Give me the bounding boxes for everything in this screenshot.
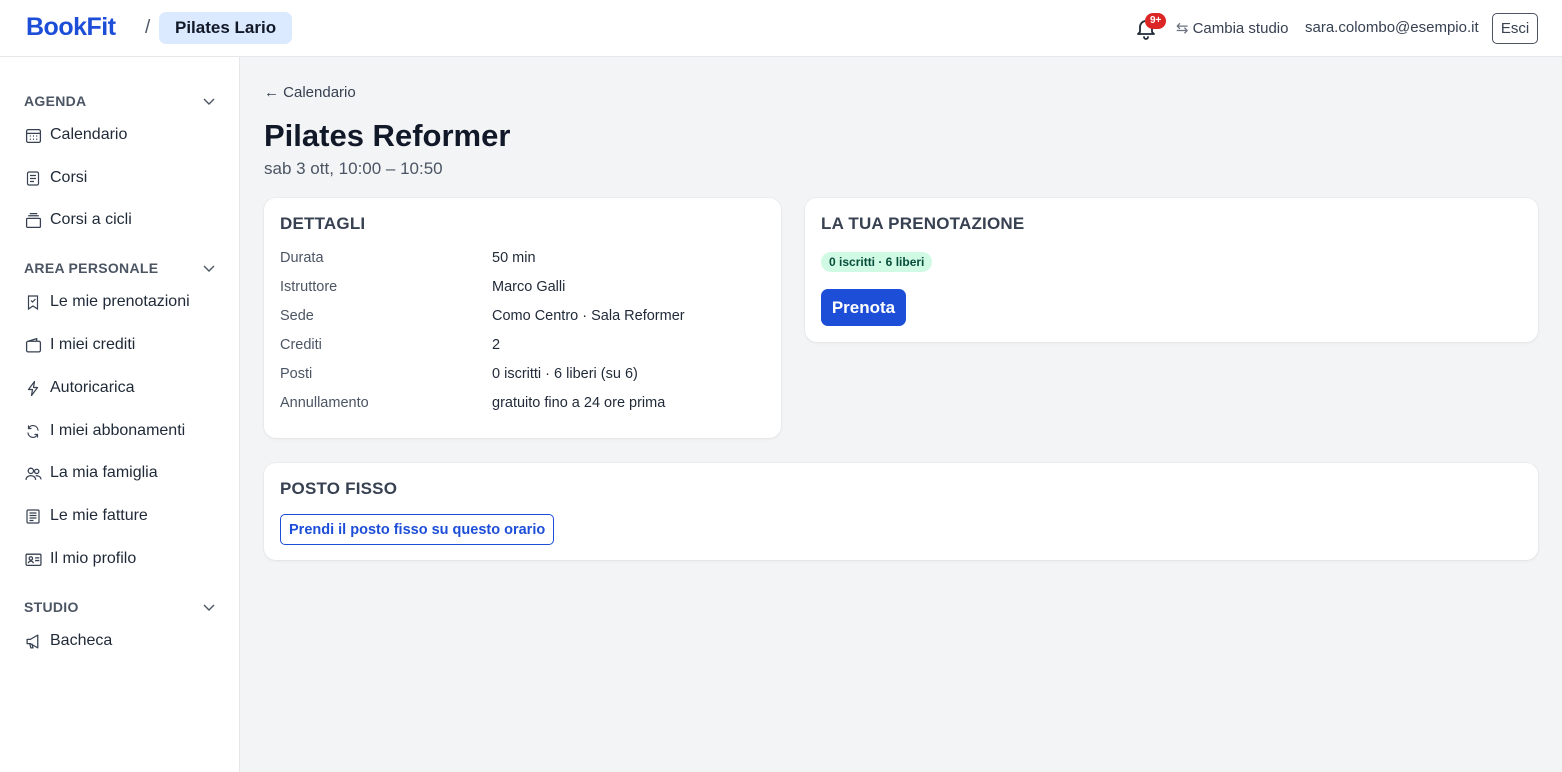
logout-button[interactable]: Esci	[1492, 13, 1538, 44]
sidebar-section-studio[interactable]: STUDIO	[24, 597, 216, 617]
sidebar-item-crediti[interactable]: I miei crediti	[24, 330, 224, 360]
top-bar: BookFit / Pilates Lario 9+ ⇆ Cambia stud…	[0, 0, 1562, 57]
detail-label: Istruttore	[280, 279, 338, 295]
bookmark-icon	[24, 293, 42, 311]
breadcrumb-separator: /	[145, 17, 151, 38]
detail-label: Durata	[280, 250, 324, 266]
sidebar-item-label: I miei crediti	[50, 336, 136, 353]
invoice-icon	[24, 507, 42, 525]
app-logo[interactable]: BookFit	[26, 13, 116, 42]
megaphone-icon	[24, 632, 42, 650]
fixed-spot-title: POSTO FISSO	[280, 479, 398, 498]
sidebar-item-label: Corsi	[50, 169, 88, 186]
detail-row: Istruttore Marco Galli	[280, 279, 770, 299]
page-subtitle: sab 3 ott, 10:00 – 10:50	[264, 159, 443, 178]
detail-label: Crediti	[280, 337, 322, 353]
stack-icon	[24, 211, 42, 229]
sidebar-item-famiglia[interactable]: La mia famiglia	[24, 458, 224, 488]
booking-card: LA TUA PRENOTAZIONE 0 iscritti · 6 liber…	[805, 198, 1538, 342]
chevron-down-icon	[203, 265, 215, 272]
detail-row: Sede Como Centro · Sala Reformer	[280, 308, 770, 328]
sidebar-item-label: Bacheca	[50, 632, 113, 649]
refresh-icon	[24, 422, 42, 440]
sidebar-item-prenotazioni[interactable]: Le mie prenotazioni	[24, 287, 224, 317]
sidebar-item-profilo[interactable]: Il mio profilo	[24, 544, 224, 574]
sidebar-item-label: Calendario	[50, 126, 128, 143]
back-to-calendar-link[interactable]: ← Calendario	[264, 84, 356, 101]
chevron-down-icon	[203, 98, 215, 105]
user-email: sara.colombo@esempio.it	[1305, 19, 1479, 36]
sidebar-item-bacheca[interactable]: Bacheca	[24, 626, 224, 656]
sidebar-item-corsi-a-cicli[interactable]: Corsi a cicli	[24, 205, 224, 235]
switch-studio-link[interactable]: ⇆ Cambia studio	[1176, 19, 1289, 38]
booking-title: LA TUA PRENOTAZIONE	[821, 214, 1025, 233]
wallet-icon	[24, 336, 42, 354]
detail-row: Annullamento gratuito fino a 24 ore prim…	[280, 395, 770, 415]
sidebar-section-area-personale[interactable]: AREA PERSONALE	[24, 258, 216, 278]
detail-row: Posti 0 iscritti · 6 liberi (su 6)	[280, 366, 770, 386]
sidebar-item-label: Il mio profilo	[50, 550, 137, 567]
studio-selector[interactable]: Pilates Lario	[159, 12, 293, 44]
switch-studio-label: Cambia studio	[1192, 19, 1289, 37]
sidebar-item-label: Autoricarica	[50, 379, 135, 396]
detail-value: Marco Galli	[492, 279, 566, 295]
fixed-spot-card: POSTO FISSO Prendi il posto fisso su que…	[264, 463, 1538, 560]
detail-value: gratuito fino a 24 ore prima	[492, 395, 666, 411]
sidebar-item-fatture[interactable]: Le mie fatture	[24, 501, 224, 531]
sidebar-item-label: Le mie fatture	[50, 507, 148, 524]
detail-value: Como Centro · Sala Reformer	[492, 308, 685, 324]
take-fixed-spot-button[interactable]: Prendi il posto fisso su questo orario	[280, 514, 555, 545]
detail-label: Annullamento	[280, 395, 369, 411]
sidebar-section-title: AGENDA	[24, 93, 87, 109]
detail-label: Sede	[280, 308, 314, 324]
detail-row: Durata 50 min	[280, 250, 770, 270]
sidebar-item-abbonamenti[interactable]: I miei abbonamenti	[24, 416, 224, 446]
sidebar-item-autoricarica[interactable]: Autoricarica	[24, 373, 224, 403]
availability-badge: 0 iscritti · 6 liberi	[821, 252, 933, 272]
page-title: Pilates Reformer	[264, 118, 511, 153]
sidebar-item-label: La mia famiglia	[50, 464, 158, 481]
users-icon	[24, 464, 42, 482]
details-card: DETTAGLI Durata 50 min Istruttore Marco …	[264, 198, 781, 438]
sidebar-item-label: Corsi a cicli	[50, 211, 132, 228]
sidebar-section-title: STUDIO	[24, 599, 79, 615]
sidebar-item-calendario[interactable]: Calendario	[24, 120, 224, 150]
id-card-icon	[24, 550, 42, 568]
detail-value: 0 iscritti · 6 liberi (su 6)	[492, 366, 638, 382]
book-button[interactable]: Prenota	[821, 289, 906, 326]
swap-icon: ⇆	[1176, 20, 1189, 37]
sidebar-item-corsi[interactable]: Corsi	[24, 163, 224, 193]
sidebar-section-title: AREA PERSONALE	[24, 260, 159, 276]
sidebar-item-label: I miei abbonamenti	[50, 422, 186, 439]
detail-label: Posti	[280, 366, 313, 382]
chevron-down-icon	[203, 604, 215, 611]
sidebar: AGENDA Calendario Corsi Corsi a cicli AR…	[0, 57, 240, 772]
notification-badge: 9+	[1145, 13, 1167, 29]
detail-value: 50 min	[492, 250, 536, 266]
sidebar-item-label: Le mie prenotazioni	[50, 293, 190, 310]
details-title: DETTAGLI	[280, 214, 366, 233]
detail-row: Crediti 2	[280, 337, 770, 357]
lightning-icon	[24, 379, 42, 397]
calendar-icon	[24, 126, 42, 144]
detail-value: 2	[492, 337, 501, 353]
sidebar-section-agenda[interactable]: AGENDA	[24, 91, 216, 111]
document-icon	[24, 169, 42, 187]
